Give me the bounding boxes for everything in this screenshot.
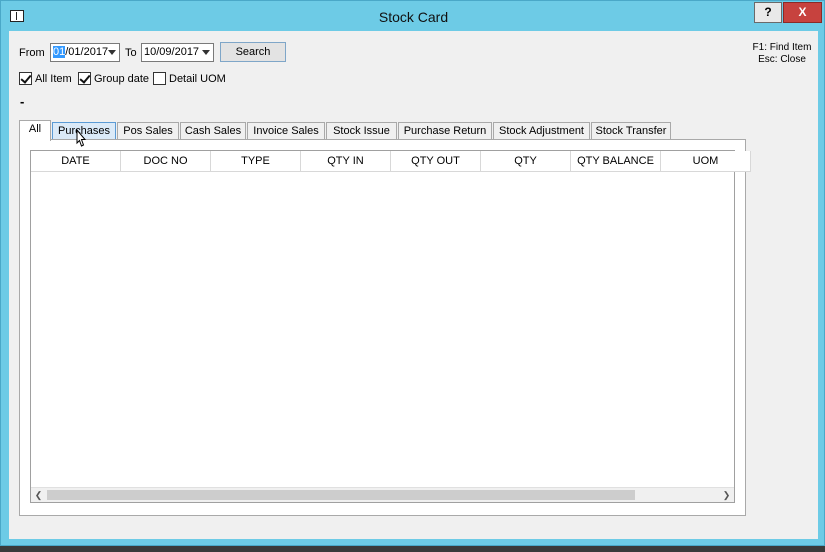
column-header-date[interactable]: DATE — [31, 151, 121, 172]
help-button[interactable]: ? — [754, 2, 782, 23]
group-date-checkbox[interactable] — [78, 72, 91, 85]
stock-card-grid[interactable]: DATE DOC NO TYPE QTY IN QTY OUT QTY QTY … — [30, 150, 751, 503]
column-header-doc-no[interactable]: DOC NO — [121, 151, 211, 172]
shortcut-hints: F1: Find Item Esc: Close — [747, 42, 817, 66]
scroll-left-icon[interactable]: ❮ — [31, 488, 46, 502]
all-item-label[interactable]: All Item — [35, 73, 72, 85]
to-date-combo[interactable]: 10/09/2017 — [141, 43, 214, 62]
column-header-qty[interactable]: QTY — [481, 151, 571, 172]
client-area: From 01/01/2017 To 10/09/2017 Search All… — [9, 31, 818, 539]
find-item-hint: F1: Find Item — [752, 42, 812, 53]
item-name-label: - — [20, 94, 25, 109]
tab-stock-issue[interactable]: Stock Issue — [326, 122, 397, 140]
close-hint: Esc: Close — [758, 54, 806, 65]
grid-header: DATE DOC NO TYPE QTY IN QTY OUT QTY QTY … — [31, 151, 751, 172]
close-icon: X — [798, 5, 807, 19]
from-label: From — [19, 47, 45, 59]
chevron-down-icon[interactable] — [108, 50, 116, 55]
group-date-label[interactable]: Group date — [94, 73, 149, 85]
scroll-right-icon[interactable]: ❯ — [719, 488, 734, 502]
tab-stock-adjustment[interactable]: Stock Adjustment — [493, 122, 590, 140]
from-date-value: 01/01/2017 — [53, 46, 109, 58]
column-header-uom[interactable]: UOM — [661, 151, 751, 172]
tab-all[interactable]: All — [19, 120, 51, 141]
detail-uom-checkbox[interactable] — [153, 72, 166, 85]
close-button[interactable]: X — [783, 2, 822, 23]
mouse-cursor-icon — [76, 129, 87, 147]
search-button[interactable]: Search — [220, 42, 286, 62]
chevron-down-icon[interactable] — [202, 50, 210, 55]
tab-stock-transfer[interactable]: Stock Transfer — [591, 122, 671, 140]
from-date-combo[interactable]: 01/01/2017 — [50, 43, 120, 62]
tab-invoice-sales[interactable]: Invoice Sales — [247, 122, 325, 140]
title-bar[interactable]: Stock Card ? X — [1, 1, 824, 31]
tab-cash-sales[interactable]: Cash Sales — [180, 122, 246, 140]
column-header-qty-out[interactable]: QTY OUT — [391, 151, 481, 172]
to-label: To — [125, 47, 137, 59]
scrollbar-thumb[interactable] — [47, 490, 635, 500]
tab-panel-all: DATE DOC NO TYPE QTY IN QTY OUT QTY QTY … — [19, 139, 751, 516]
tab-purchase-return[interactable]: Purchase Return — [398, 122, 492, 140]
all-item-checkbox[interactable] — [19, 72, 32, 85]
column-header-qty-in[interactable]: QTY IN — [301, 151, 391, 172]
horizontal-scrollbar[interactable]: ❮ ❯ — [31, 487, 734, 502]
to-date-value: 10/09/2017 — [144, 46, 200, 58]
tab-pos-sales[interactable]: Pos Sales — [117, 122, 179, 140]
column-header-type[interactable]: TYPE — [211, 151, 301, 172]
taskbar-strip — [0, 546, 825, 552]
window-title: Stock Card — [378, 9, 449, 25]
column-header-qty-balance[interactable]: QTY BALANCE — [571, 151, 661, 172]
detail-uom-label[interactable]: Detail UOM — [169, 73, 226, 85]
stock-card-window: Stock Card ? X From 01/01/2017 To 10/09/… — [0, 0, 825, 546]
